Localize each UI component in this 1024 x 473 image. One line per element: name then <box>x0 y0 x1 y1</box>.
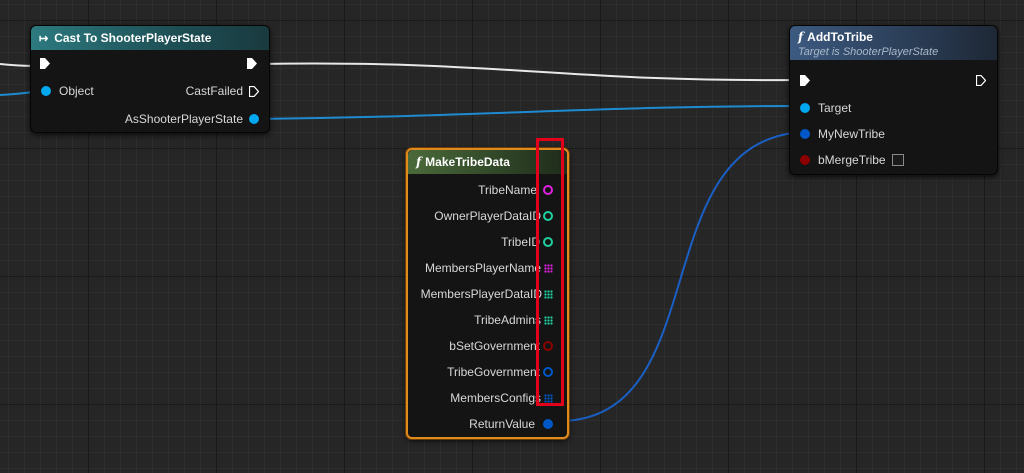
add-to-tribe-node[interactable]: f AddToTribe Target is ShooterPlayerState… <box>789 25 998 175</box>
pin-label: bSetGovernment <box>449 339 540 353</box>
exec-wire-cast-to-addtribe <box>257 62 801 82</box>
cast-exec-out-pin[interactable] <box>247 58 257 69</box>
function-icon: f <box>798 30 804 44</box>
add-to-tribe-header[interactable]: f AddToTribe Target is ShooterPlayerState <box>790 26 997 60</box>
exec-pin-icon <box>40 58 50 69</box>
cast-failed-pin[interactable]: CastFailed <box>186 84 259 98</box>
cast-node-header[interactable]: ↦ Cast To ShooterPlayerState <box>31 26 269 50</box>
pin-label: MembersPlayerDataID <box>420 287 542 301</box>
pin-label: ReturnValue <box>469 417 535 431</box>
cast-node[interactable]: ↦ Cast To ShooterPlayerState Object CastF… <box>30 25 270 133</box>
add-to-tribe-target-pin[interactable]: Target <box>800 101 851 115</box>
pin-label: MembersConfigs <box>450 391 541 405</box>
cast-exec-in-pin[interactable] <box>40 58 50 69</box>
cast-object-label: Object <box>59 84 94 98</box>
add-to-tribe-subtitle: Target is ShooterPlayerState <box>798 46 939 58</box>
members-player-name-pin[interactable]: MembersPlayerName <box>425 261 553 275</box>
pin-label: TribeID <box>501 235 540 249</box>
add-to-tribe-bmerge-label: bMergeTribe <box>818 153 886 167</box>
return-value-pin[interactable]: ReturnValue <box>469 417 553 431</box>
object-pin-icon <box>800 103 810 113</box>
members-player-data-id-pin[interactable]: MembersPlayerDataID <box>421 287 553 301</box>
struct-pin-icon <box>800 129 810 139</box>
cast-as-state-pin[interactable]: AsShooterPlayerState <box>125 112 259 126</box>
exec-pin-icon <box>247 58 257 69</box>
bool-pin-icon <box>800 155 810 165</box>
highlight-box <box>536 138 564 406</box>
cast-as-state-label: AsShooterPlayerState <box>124 112 243 126</box>
pin-label: TribeAdmins <box>474 313 541 327</box>
pin-label: OwnerPlayerDataID <box>434 209 541 223</box>
add-to-tribe-exec-out-pin[interactable] <box>976 75 986 86</box>
pin-label: MembersPlayerName <box>424 261 541 275</box>
make-tribe-data-title: MakeTribeData <box>425 155 510 169</box>
add-to-tribe-exec-in-pin[interactable] <box>800 75 810 86</box>
add-to-tribe-bmerge-pin[interactable]: bMergeTribe <box>800 153 904 167</box>
target-wire <box>255 105 805 120</box>
exec-pin-outline-icon <box>249 85 259 97</box>
exec-pin-icon <box>800 75 810 86</box>
add-to-tribe-mynewtribe-label: MyNewTribe <box>818 127 885 141</box>
bmerge-checkbox[interactable] <box>891 154 904 166</box>
add-to-tribe-mynewtribe-pin[interactable]: MyNewTribe <box>800 127 885 141</box>
object-pin-icon <box>41 86 51 96</box>
struct-pin-icon <box>543 419 553 429</box>
pin-label: TribeGovernment <box>447 365 540 379</box>
cast-failed-label: CastFailed <box>185 84 243 98</box>
exec-pin-outline-icon <box>976 75 986 86</box>
function-icon: f <box>416 155 422 169</box>
add-to-tribe-title: AddToTribe <box>807 30 873 44</box>
object-pin-icon <box>249 114 259 124</box>
cast-node-title: Cast To ShooterPlayerState <box>54 31 212 45</box>
pin-label: TribeName <box>478 183 537 197</box>
cast-object-pin[interactable]: Object <box>41 84 94 98</box>
struct-wire <box>549 131 805 423</box>
cast-icon: ↦ <box>39 33 49 45</box>
add-to-tribe-target-label: Target <box>818 101 852 115</box>
